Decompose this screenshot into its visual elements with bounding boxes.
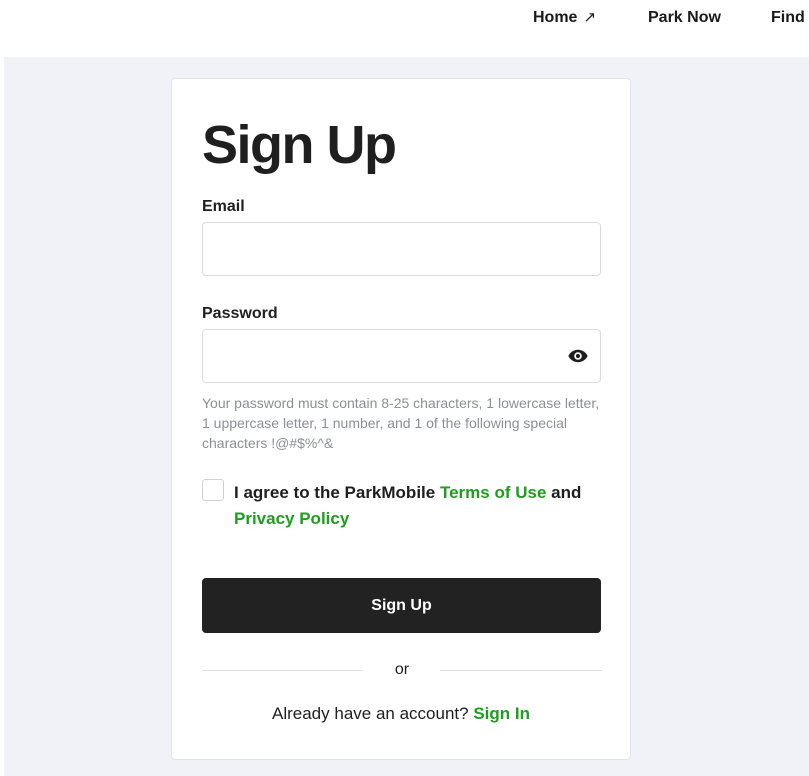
agree-checkbox[interactable]	[202, 479, 224, 501]
nav-link-park-now[interactable]: Park Now	[648, 9, 721, 27]
top-navigation: Home ↗ Park Now Find	[0, 0, 809, 57]
nav-link-home[interactable]: Home ↗	[533, 9, 596, 27]
arrow-up-right-icon: ↗	[583, 9, 597, 26]
nav-link-home-label: Home	[533, 9, 578, 26]
have-account-text: Already have an account?	[272, 704, 474, 723]
divider-line-left	[202, 670, 363, 671]
divider-line-right	[440, 670, 602, 671]
password-field[interactable]	[202, 329, 601, 383]
divider-or: or	[394, 661, 410, 678]
eye-icon[interactable]	[568, 349, 588, 363]
password-label: Password	[202, 305, 278, 322]
nav-link-find[interactable]: Find	[771, 9, 805, 27]
sign-up-button[interactable]: Sign Up	[202, 578, 601, 633]
sign-in-prompt: Already have an account? Sign In	[172, 704, 630, 724]
sign-in-link[interactable]: Sign In	[473, 704, 530, 723]
terms-of-use-link[interactable]: Terms of Use	[440, 483, 546, 502]
page-title: Sign Up	[202, 115, 397, 175]
privacy-policy-link[interactable]: Privacy Policy	[234, 509, 349, 528]
agree-prefix: I agree to the ParkMobile	[234, 483, 440, 502]
email-field[interactable]	[202, 222, 601, 276]
email-label: Email	[202, 198, 245, 215]
password-requirements-hint: Your password must contain 8-25 characte…	[202, 395, 600, 451]
agree-text: I agree to the ParkMobile Terms of Use a…	[234, 480, 614, 532]
signup-card: Sign Up Email Password Your password mus…	[171, 78, 631, 760]
agree-and: and	[546, 483, 582, 502]
